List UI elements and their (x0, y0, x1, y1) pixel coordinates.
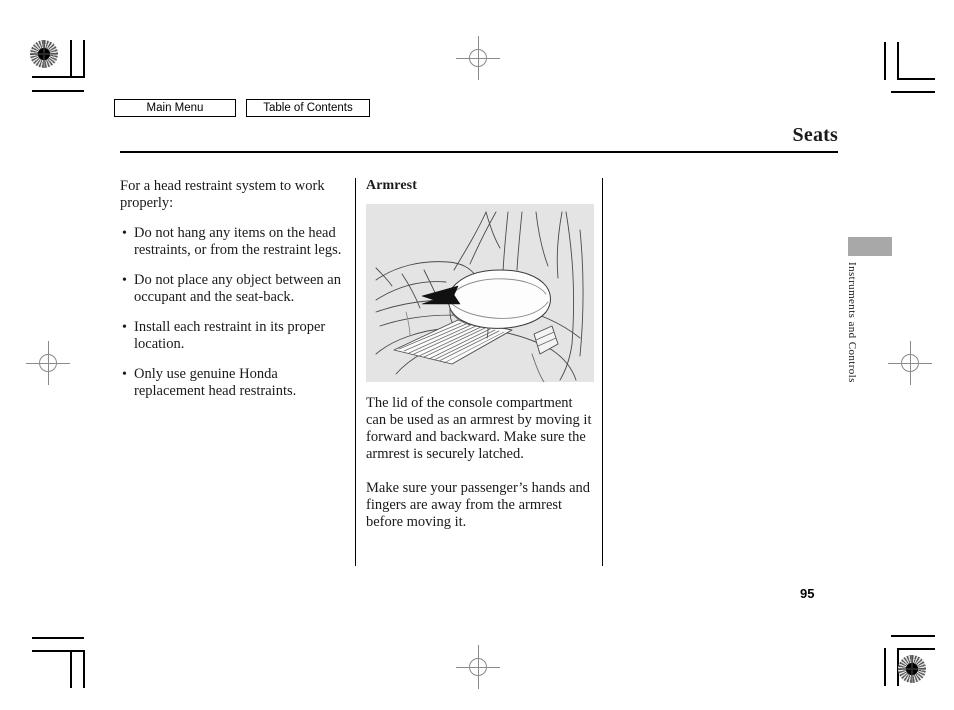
crop-mark (897, 42, 899, 80)
section-label-vertical: Instruments and Controls (846, 262, 858, 383)
page-title: Seats (792, 124, 838, 146)
armrest-paragraph-1: The lid of the console compartment can b… (366, 395, 592, 462)
main-menu-button[interactable]: Main Menu (114, 99, 236, 117)
page-number: 95 (800, 586, 815, 601)
registration-rosette-icon (30, 40, 58, 68)
list-item: Do not place any object between an occup… (120, 272, 346, 306)
registration-crosshair-icon (456, 645, 500, 689)
head-restraint-bullet-list: Do not hang any items on the head restra… (120, 225, 346, 400)
crop-mark (897, 648, 935, 650)
column-divider-left (355, 178, 356, 566)
crop-mark (897, 78, 935, 80)
list-item: Do not hang any items on the head restra… (120, 225, 346, 259)
left-column-lead-text: For a head restraint system to work prop… (120, 178, 325, 211)
crop-mark (884, 42, 886, 80)
column-divider-right (602, 178, 603, 566)
crop-mark (32, 637, 84, 639)
crop-mark (891, 91, 935, 93)
crop-mark (70, 650, 72, 688)
title-rule (120, 151, 838, 153)
registration-crosshair-icon (26, 341, 70, 385)
crop-mark (70, 40, 72, 78)
registration-crosshair-icon (456, 36, 500, 80)
crop-mark (32, 650, 84, 652)
crop-mark (32, 90, 84, 92)
armrest-paragraph-2: Make sure your passenger’s hands and fin… (366, 480, 591, 530)
registration-crosshair-icon (888, 341, 932, 385)
section-thumb-tab (848, 237, 892, 256)
navigation-bar: Main Menu Table of Contents (114, 99, 370, 117)
left-column: For a head restraint system to work prop… (120, 178, 346, 413)
crop-mark (884, 648, 886, 686)
armrest-illustration (366, 204, 594, 382)
crop-mark (32, 76, 84, 78)
list-item: Only use genuine Honda replacement head … (120, 366, 346, 400)
registration-rosette-icon (898, 655, 926, 683)
table-of-contents-button[interactable]: Table of Contents (246, 99, 370, 117)
crop-mark (83, 40, 85, 78)
crop-mark (891, 635, 935, 637)
right-column: Armrest The lid of the console compartme… (366, 178, 594, 531)
crop-mark (83, 650, 85, 688)
list-item: Install each restraint in its proper loc… (120, 319, 346, 353)
armrest-section-heading: Armrest (366, 178, 417, 193)
